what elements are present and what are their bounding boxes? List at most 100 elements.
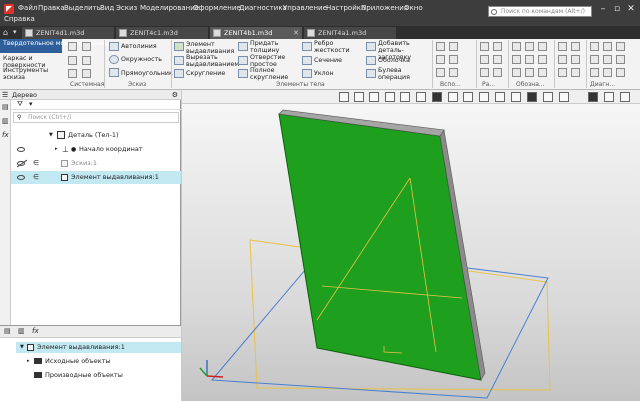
tree-row-origin[interactable]: ▸ ⊥ ● Начало координат — [11, 143, 181, 156]
relations-row-source[interactable]: ▸ Исходные объекты — [16, 356, 181, 367]
tool-icon[interactable] — [571, 68, 580, 77]
command-search-input[interactable]: Поиск по командам (Alt+/) — [488, 6, 592, 17]
circle-icon[interactable] — [109, 55, 119, 64]
section-icon[interactable] — [302, 56, 312, 65]
tool-icon[interactable] — [512, 42, 521, 51]
section-view-icon[interactable] — [479, 92, 489, 102]
properties-icon[interactable]: ▥ — [18, 327, 25, 335]
menu-apps[interactable]: Приложения — [361, 4, 408, 12]
tool-icon[interactable] — [436, 42, 445, 51]
tool-icon[interactable] — [525, 42, 534, 51]
hole-button[interactable]: Отверстие простое — [250, 54, 295, 68]
full-fillet-button[interactable]: Полное скругление — [250, 67, 295, 81]
autoline-icon[interactable] — [109, 42, 119, 51]
variables-icon[interactable]: fx — [2, 131, 9, 139]
rectangle-button[interactable]: Прямоугольник — [121, 70, 173, 77]
display-mode-icon[interactable] — [432, 92, 442, 102]
eye-hidden-icon[interactable] — [17, 161, 25, 166]
menu-file[interactable]: Файл — [18, 4, 37, 12]
draft-angle-button[interactable]: Уклон — [314, 70, 334, 77]
menu-select[interactable]: Выделить — [64, 4, 101, 12]
tab-zenit4c1[interactable]: ZENIT4c1.m3d — [116, 27, 208, 39]
menu-edit[interactable]: Правка — [38, 4, 65, 12]
parameters-icon[interactable] — [82, 42, 91, 51]
close-tab-icon[interactable]: ✕ — [293, 27, 299, 39]
hide-icon[interactable] — [511, 92, 521, 102]
tool-icon[interactable] — [525, 55, 534, 64]
model-canvas[interactable] — [182, 90, 640, 401]
tree-view-icon[interactable]: ▤ — [4, 327, 11, 335]
tool-icon[interactable] — [571, 55, 580, 64]
tree-row-part[interactable]: ▼ Деталь (Тел-1) — [11, 129, 181, 142]
maximize-button[interactable]: ▫ — [610, 3, 624, 15]
measure-icon[interactable] — [559, 92, 569, 102]
eye-icon[interactable] — [17, 147, 25, 152]
properties-icon[interactable]: ▥ — [2, 117, 9, 125]
tool-icon[interactable] — [512, 55, 521, 64]
tab-zenit4b1[interactable]: ZENIT4b1.m3d ✕ — [210, 27, 302, 39]
cut-extrude-icon[interactable] — [174, 56, 184, 65]
tool-icon[interactable] — [480, 68, 489, 77]
rib-icon[interactable] — [302, 42, 312, 51]
chevron-down-icon[interactable]: ▾ — [13, 28, 17, 36]
fillet-icon[interactable] — [174, 69, 184, 78]
snap-icon[interactable] — [543, 92, 553, 102]
tool-icon[interactable] — [436, 68, 445, 77]
tool-icon[interactable] — [603, 68, 612, 77]
rectangle-icon[interactable] — [109, 68, 119, 77]
tool-icon[interactable] — [525, 68, 534, 77]
tool-icon[interactable] — [449, 55, 458, 64]
extrude-button[interactable]: Элемент выдавливания — [186, 41, 238, 55]
tree-view-icon[interactable]: ▤ — [2, 103, 9, 111]
collapse-icon[interactable]: ▼ — [49, 129, 53, 142]
menu-view[interactable]: Вид — [100, 4, 114, 12]
minimize-button[interactable]: – — [596, 3, 610, 15]
variables-icon[interactable]: fx — [32, 327, 39, 335]
pan-icon[interactable] — [385, 92, 395, 102]
boolean-button[interactable]: Булева операция — [378, 67, 434, 81]
tool-icon[interactable] — [493, 55, 502, 64]
tool-icon[interactable] — [616, 42, 625, 51]
add-part-icon[interactable] — [366, 42, 376, 51]
zoom-window-icon[interactable] — [354, 92, 364, 102]
thicken-icon[interactable] — [238, 42, 248, 51]
extruded-plate-face[interactable] — [278, 113, 482, 381]
tool-icon[interactable] — [603, 42, 612, 51]
menu-sketch[interactable]: Эскиз — [116, 4, 137, 12]
tool-icon[interactable] — [558, 42, 567, 51]
tab-zenit4a1[interactable]: ZENIT4a1.m3d — [304, 27, 396, 39]
section-button[interactable]: Сечение — [314, 57, 342, 64]
filter-icon[interactable] — [588, 92, 598, 102]
mode-sketch-tools[interactable]: Инструменты эскиза — [3, 67, 61, 81]
chevron-down-icon[interactable]: ▾ — [29, 100, 33, 108]
extrude-icon[interactable] — [174, 42, 184, 51]
new-file-icon[interactable] — [68, 42, 77, 51]
shading-icon[interactable] — [448, 92, 458, 102]
menu-manage[interactable]: Управление — [283, 4, 327, 12]
shell-icon[interactable] — [366, 56, 376, 65]
menu-help[interactable]: Справка — [4, 15, 35, 23]
tool-icon[interactable] — [436, 55, 445, 64]
tool-icon[interactable] — [571, 42, 580, 51]
tool-icon[interactable] — [590, 68, 599, 77]
close-icon[interactable]: ✕ — [624, 3, 638, 15]
grid-toggle-icon[interactable] — [527, 92, 537, 102]
zoom-fit-icon[interactable] — [339, 92, 349, 102]
menu-modeling[interactable]: Моделирование — [140, 4, 199, 12]
save-icon[interactable] — [82, 56, 91, 65]
tool-icon[interactable] — [590, 42, 599, 51]
thicken-button[interactable]: Придать толщину — [250, 40, 295, 54]
menu-window[interactable]: Окно — [404, 4, 423, 12]
tool-icon[interactable] — [590, 55, 599, 64]
view-orientation-icon[interactable] — [416, 92, 426, 102]
cut-extrude-button[interactable]: Вырезать выдавливанием — [186, 54, 239, 68]
tab-zenit4d1[interactable]: ZENIT4d1.m3d — [22, 27, 114, 39]
zoom-icon[interactable] — [369, 92, 379, 102]
draft-angle-icon[interactable] — [302, 69, 312, 78]
3d-viewport[interactable] — [182, 90, 640, 401]
boolean-icon[interactable] — [366, 69, 376, 78]
tool-icon[interactable] — [480, 42, 489, 51]
autoline-button[interactable]: Автолиния — [121, 43, 157, 50]
tool-icon[interactable] — [449, 42, 458, 51]
shell-button[interactable]: Оболочка — [378, 57, 410, 64]
